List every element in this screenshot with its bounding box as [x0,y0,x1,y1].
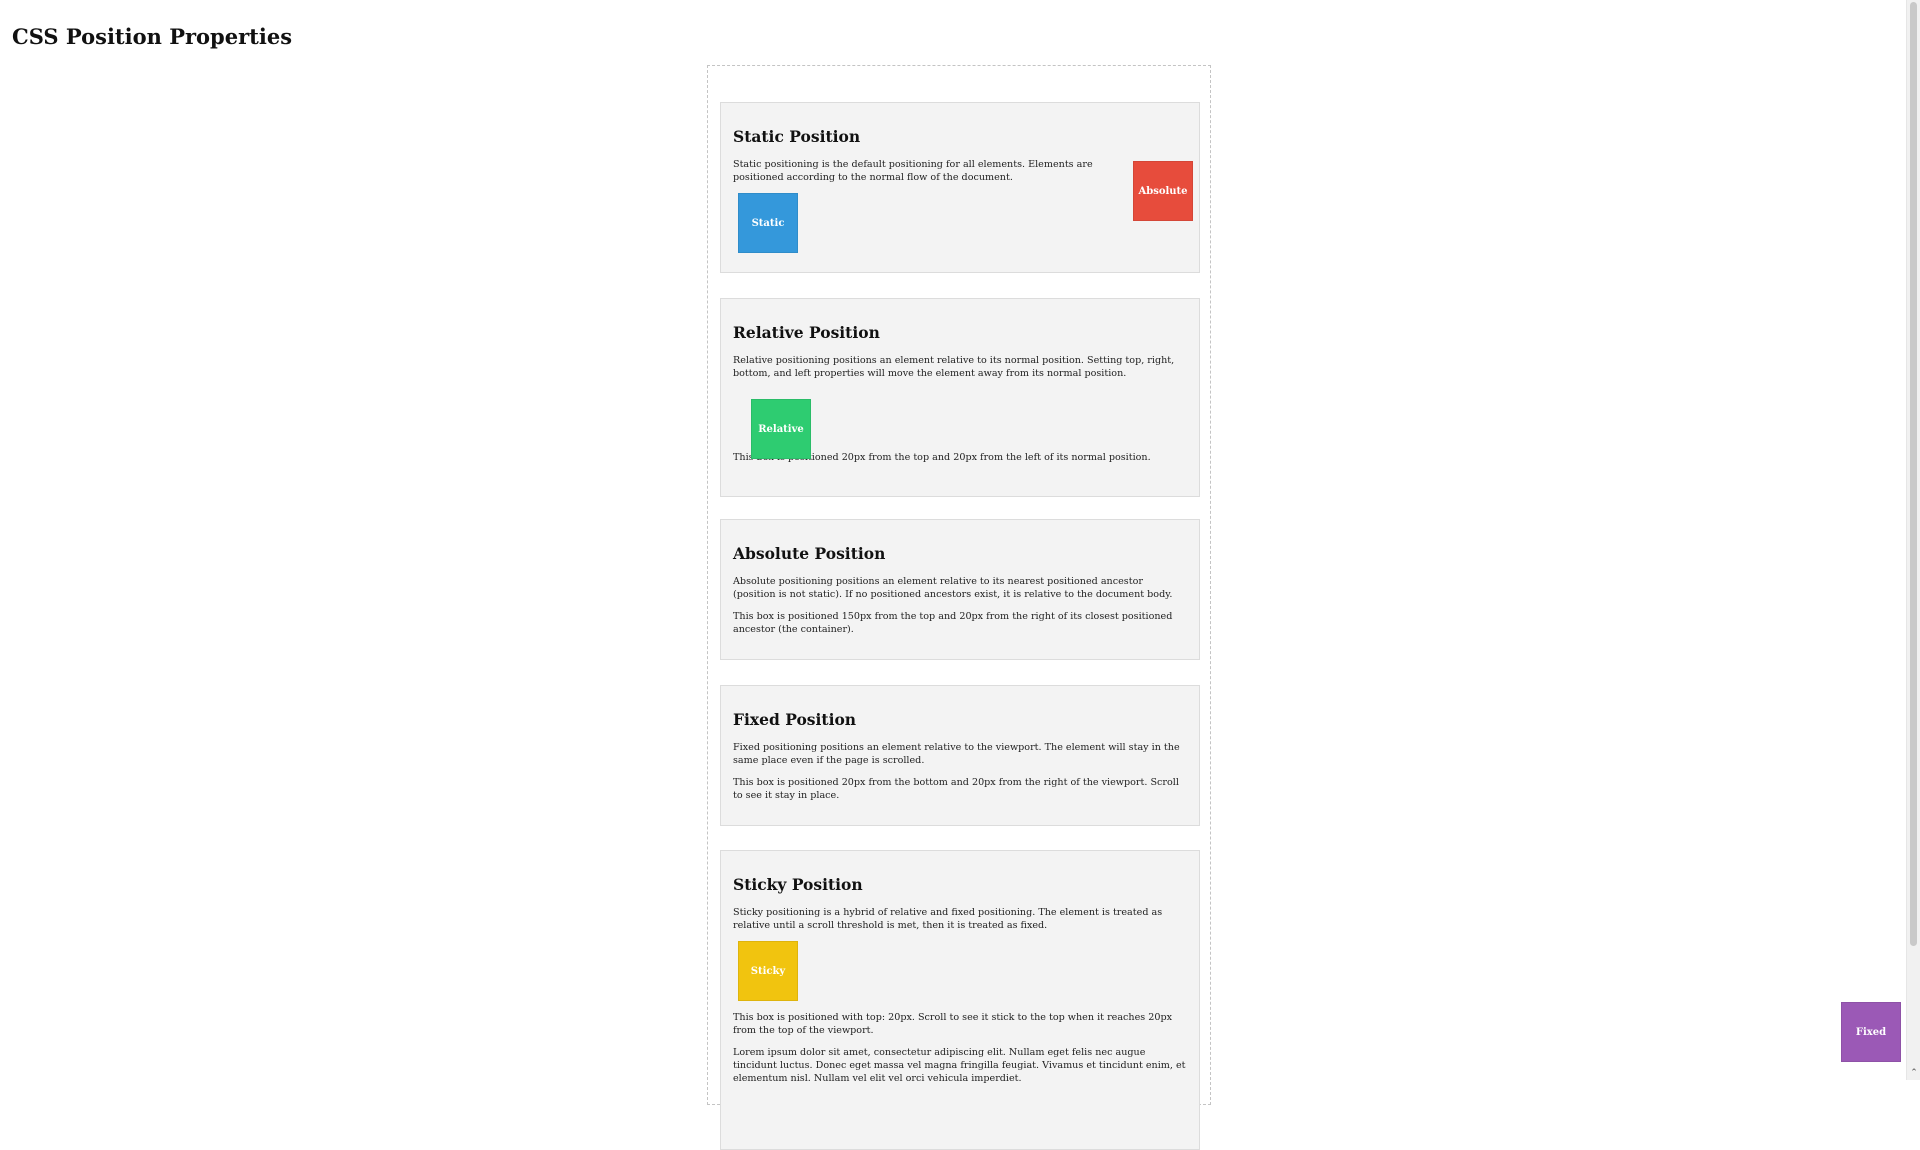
sticky-section: Sticky Position Sticky positioning is a … [720,850,1200,1150]
scroll-up-arrow-icon[interactable]: ⌃ [1908,1068,1920,1078]
static-heading: Static Position [733,127,861,146]
fixed-box-label: Fixed [1855,1026,1887,1038]
fixed-section: Fixed Position Fixed positioning positio… [720,685,1200,826]
relative-box-slot: Relative [733,389,1187,459]
static-box: Static [738,193,798,253]
absolute-box-label: Absolute [1138,185,1188,197]
vertical-scrollbar[interactable]: ⌃ [1906,0,1920,1080]
relative-section: Relative Position Relative positioning p… [720,298,1200,497]
fixed-note: This box is positioned 20px from the bot… [733,777,1179,801]
fixed-box: Fixed [1841,1002,1901,1062]
sticky-box-label: Sticky [750,965,786,977]
fixed-description: Fixed positioning positions an element r… [733,742,1180,766]
absolute-heading: Absolute Position [733,544,886,563]
relative-heading: Relative Position [733,323,880,342]
absolute-box: Absolute [1133,161,1193,221]
static-description: Static positioning is the default positi… [733,159,1093,183]
sticky-description: Sticky positioning is a hybrid of relati… [733,907,1163,931]
relative-box: Relative [751,399,811,459]
sticky-box: Sticky [738,941,798,1001]
static-section: Static Position Static positioning is th… [720,102,1200,273]
sticky-heading: Sticky Position [733,875,863,894]
static-box-label: Static [751,217,785,229]
absolute-section: Absolute Position Absolute positioning p… [720,519,1200,660]
relative-description: Relative positioning positions an elemen… [733,355,1175,379]
absolute-note: This box is positioned 150px from the to… [733,611,1173,635]
scrollbar-thumb[interactable] [1910,2,1917,946]
relative-box-label: Relative [758,423,804,435]
position-demo-container: Static Position Static positioning is th… [707,65,1211,1150]
sticky-note: This box is positioned with top: 20px. S… [733,1012,1173,1036]
fixed-heading: Fixed Position [733,710,857,729]
sticky-lorem: Lorem ipsum dolor sit amet, consectetur … [733,1047,1186,1084]
absolute-description: Absolute positioning positions an elemen… [733,576,1173,600]
page-title: CSS Position Properties [12,24,293,49]
